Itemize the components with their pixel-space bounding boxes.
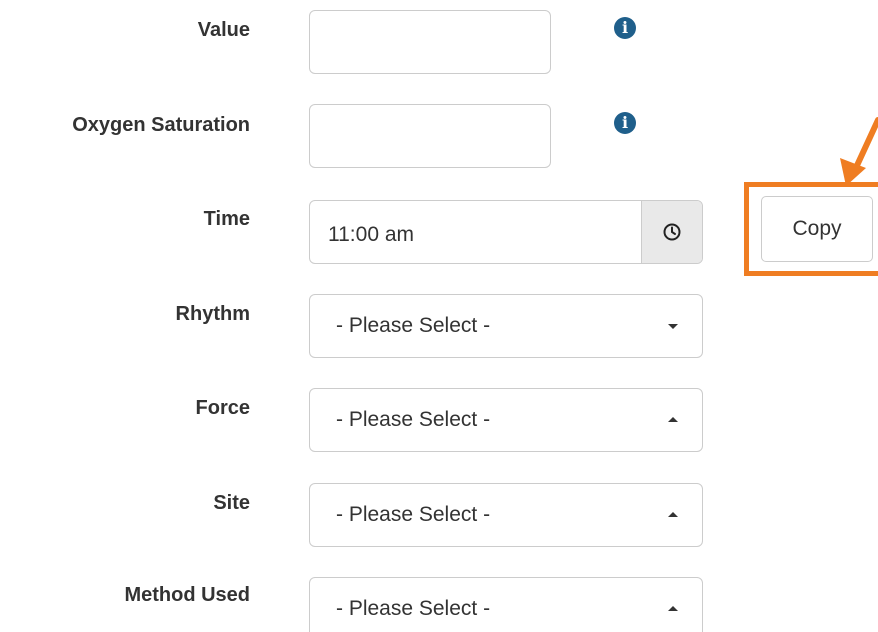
rhythm-label: Rhythm [175,303,250,325]
value-input[interactable] [309,10,551,74]
method-used-select-value: - Please Select - [336,597,491,620]
caret-up-icon [668,417,678,422]
force-select-value: - Please Select - [336,408,491,431]
time-input[interactable]: 11:00 am [328,223,414,247]
value-label: Value [197,19,250,41]
oxygen-saturation-info-icon[interactable]: i [614,112,636,134]
force-select[interactable]: - Please Select - [309,388,703,452]
oxygen-saturation-input[interactable] [309,104,551,168]
caret-down-icon [668,324,678,329]
oxygen-saturation-label: Oxygen Saturation [72,114,250,136]
caret-up-icon [668,512,678,517]
clock-icon [663,223,681,241]
arrow-icon [840,117,878,186]
site-label: Site [213,492,250,514]
site-select-value: - Please Select - [336,503,491,526]
site-select[interactable]: - Please Select - [309,483,703,547]
time-input-group: 11:00 am [309,200,703,264]
method-used-label: Method Used [124,584,250,606]
copy-button[interactable]: Copy [761,196,873,262]
vitals-form: Value i Oxygen Saturation i Time 11:00 a… [0,0,878,632]
rhythm-select[interactable]: - Please Select - [309,294,703,358]
method-used-select[interactable]: - Please Select - [309,577,703,632]
value-info-icon[interactable]: i [614,17,636,39]
rhythm-select-value: - Please Select - [336,314,491,337]
time-label: Time [203,208,250,230]
clock-button[interactable] [641,201,702,263]
force-label: Force [195,397,250,419]
caret-up-icon [668,606,678,611]
